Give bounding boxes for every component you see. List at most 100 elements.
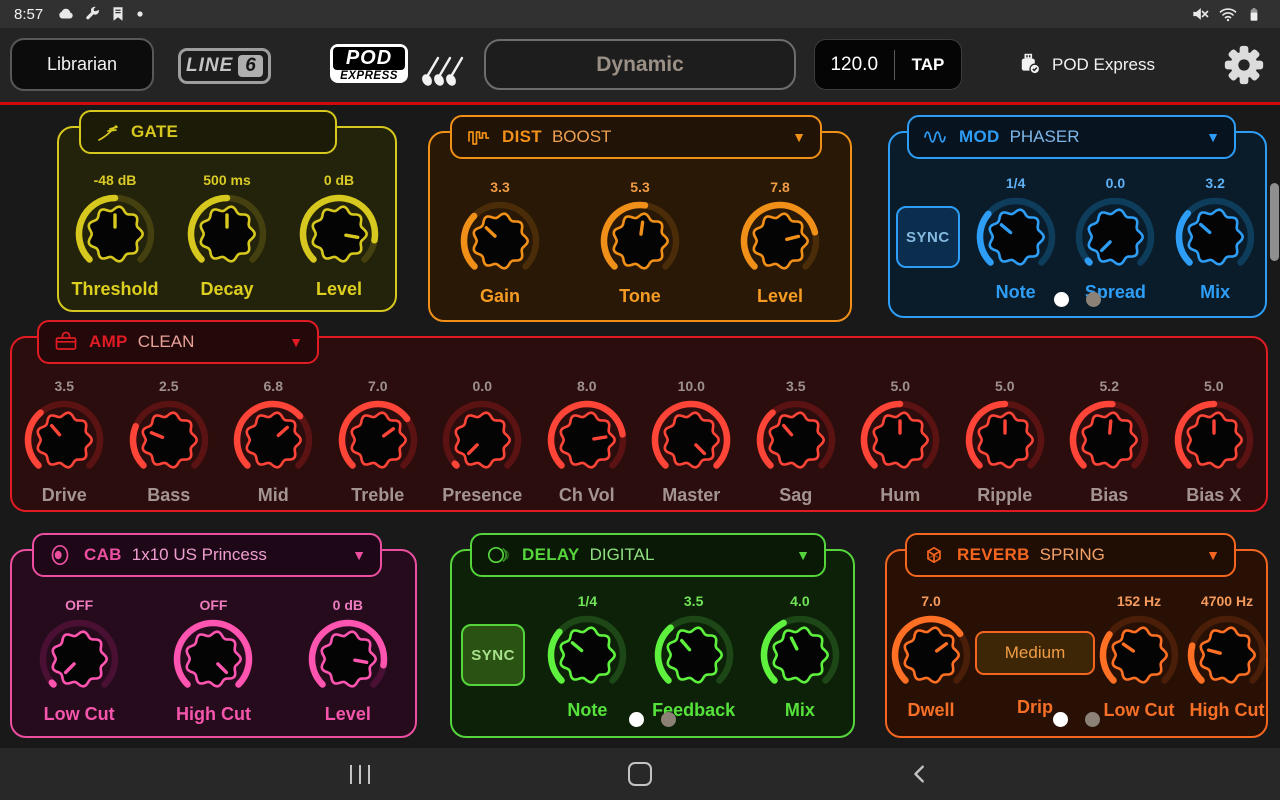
knob-threshold[interactable]: -48 dBThreshold — [71, 172, 159, 300]
gear-icon[interactable] — [1222, 43, 1266, 87]
knob-sag[interactable]: 3.5Sag — [752, 378, 840, 506]
page-dot-active[interactable] — [1053, 712, 1068, 727]
knob-low-cut[interactable]: 152 HzLow Cut — [1095, 593, 1183, 721]
knob-gain[interactable]: 3.3Gain — [456, 179, 544, 307]
chevron-down-icon[interactable]: ▼ — [792, 130, 806, 144]
knob-hum[interactable]: 5.0Hum — [856, 378, 944, 506]
knob-value: 8.0 — [577, 378, 596, 396]
panel-title: DIST — [502, 127, 542, 147]
amp-header[interactable]: AMPCLEAN▼ — [37, 320, 319, 364]
page-dots[interactable] — [887, 712, 1266, 727]
home-button[interactable] — [600, 748, 680, 800]
knob-value: 4700 Hz — [1201, 593, 1253, 611]
knob-dial — [736, 197, 824, 285]
page-dots[interactable] — [890, 292, 1265, 307]
panel-subtitle: CLEAN — [138, 332, 195, 352]
knob-dial — [295, 190, 383, 278]
device-name: POD Express — [1052, 55, 1155, 75]
chevron-down-icon[interactable]: ▼ — [1206, 548, 1220, 562]
wrench-icon — [83, 5, 101, 23]
knob-dial — [438, 396, 526, 484]
knob-label: Ripple — [977, 485, 1032, 506]
knob-level[interactable]: 0 dBLevel — [304, 597, 392, 725]
knob-decay[interactable]: 500 msDecay — [183, 172, 271, 300]
knob-level[interactable]: 7.8Level — [736, 179, 824, 307]
knob-label: Master — [662, 485, 720, 506]
page-dot-active[interactable] — [1054, 292, 1069, 307]
knob-dial — [756, 611, 844, 699]
chevron-down-icon[interactable]: ▼ — [289, 335, 303, 349]
pod-express-logo: POD EXPRESS — [330, 44, 408, 83]
page-dot[interactable] — [1085, 712, 1100, 727]
app-root: 8:57 Librarian LINE 6 — [0, 0, 1280, 800]
line6-logo: LINE 6 — [178, 48, 271, 84]
page-dot-active[interactable] — [629, 712, 644, 727]
knob-value: 500 ms — [203, 172, 250, 190]
home-icon — [628, 762, 652, 786]
knob-dial — [596, 197, 684, 285]
panel-subtitle: 1x10 US Princess — [132, 545, 267, 565]
knob-master[interactable]: 10.0 Master — [647, 378, 735, 506]
bpm-value[interactable]: 120.0 — [815, 54, 894, 76]
page-dots[interactable] — [452, 712, 853, 727]
knob-drive[interactable]: 3.5Drive — [20, 378, 108, 506]
knob-bias-x[interactable]: 5.0Bias X — [1170, 378, 1258, 506]
chevron-down-icon[interactable]: ▼ — [796, 548, 810, 562]
knob-dial — [1065, 396, 1153, 484]
knob-feedback[interactable]: 3.5Feedback — [650, 593, 738, 721]
knob-value: 10.0 — [678, 378, 705, 396]
knob-value: 6.8 — [264, 378, 283, 396]
knob-value: 3.5 — [786, 378, 805, 396]
status-bar: 8:57 — [0, 0, 1280, 28]
knob-bass[interactable]: 2.5Bass — [125, 378, 213, 506]
page-dot[interactable] — [1086, 292, 1101, 307]
knob-value: 5.3 — [630, 179, 649, 197]
knob-note[interactable]: 1/4Note — [543, 593, 631, 721]
drip-value-button[interactable]: Medium — [975, 631, 1095, 675]
knob-dwell[interactable]: 7.0Dwell — [887, 593, 975, 721]
knob-mix[interactable]: 4.0Mix — [756, 593, 844, 721]
sync-button[interactable]: SYNC — [896, 206, 960, 268]
mod-header[interactable]: MODPHASER▼ — [907, 115, 1236, 159]
knob-level[interactable]: 0 dBLevel — [295, 172, 383, 300]
knob-label: Drive — [42, 485, 87, 506]
knob-low-cut[interactable]: OFFLow Cut — [35, 597, 123, 725]
knob-dial — [961, 396, 1049, 484]
sync-button[interactable]: SYNC — [461, 624, 525, 686]
selector-drip[interactable]: MediumDrip — [975, 593, 1095, 718]
knob-dial — [456, 197, 544, 285]
page-dot[interactable] — [661, 712, 676, 727]
knob-value: 0 dB — [333, 597, 363, 615]
tempo-control[interactable]: 120.0 TAP — [814, 39, 962, 90]
delay-header[interactable]: DELAYDIGITAL▼ — [470, 533, 826, 577]
chevron-down-icon[interactable]: ▼ — [352, 548, 366, 562]
dist-header[interactable]: DISTBOOST▼ — [450, 115, 822, 159]
knob-mix[interactable]: 3.2Mix — [1171, 175, 1259, 303]
knob-ripple[interactable]: 5.0Ripple — [961, 378, 1049, 506]
knob-high-cut[interactable]: 4700 HzHigh Cut — [1183, 593, 1271, 721]
knob-tone[interactable]: 5.3Tone — [596, 179, 684, 307]
gate-header[interactable]: GATE — [79, 110, 337, 154]
recents-button[interactable] — [320, 748, 400, 800]
reverb-header[interactable]: REVERBSPRING▼ — [905, 533, 1236, 577]
preset-selector[interactable]: Dynamic — [484, 39, 796, 90]
knob-spread[interactable]: 0.0Spread — [1071, 175, 1159, 303]
knob-label: Hum — [880, 485, 920, 506]
knob-bias[interactable]: 5.2Bias — [1065, 378, 1153, 506]
device-status[interactable]: POD Express — [1018, 46, 1155, 84]
librarian-button[interactable]: Librarian — [10, 38, 154, 91]
knob-treble[interactable]: 7.0Treble — [334, 378, 422, 506]
chevron-down-icon[interactable]: ▼ — [1206, 130, 1220, 144]
scrollbar[interactable] — [1270, 183, 1279, 261]
knob-note[interactable]: 1/4Note — [972, 175, 1060, 303]
amp-icon — [53, 329, 79, 355]
knob-presence[interactable]: 0.0Presence — [438, 378, 526, 506]
panel-title: REVERB — [957, 545, 1030, 565]
cab-header[interactable]: CAB1x10 US Princess▼ — [32, 533, 382, 577]
back-button[interactable] — [880, 748, 960, 800]
knob-high-cut[interactable]: OFFHigh Cut — [169, 597, 257, 725]
knob-value: 7.0 — [368, 378, 387, 396]
knob-ch-vol[interactable]: 8.0Ch Vol — [543, 378, 631, 506]
tap-button[interactable]: TAP — [895, 55, 961, 75]
knob-mid[interactable]: 6.8Mid — [229, 378, 317, 506]
